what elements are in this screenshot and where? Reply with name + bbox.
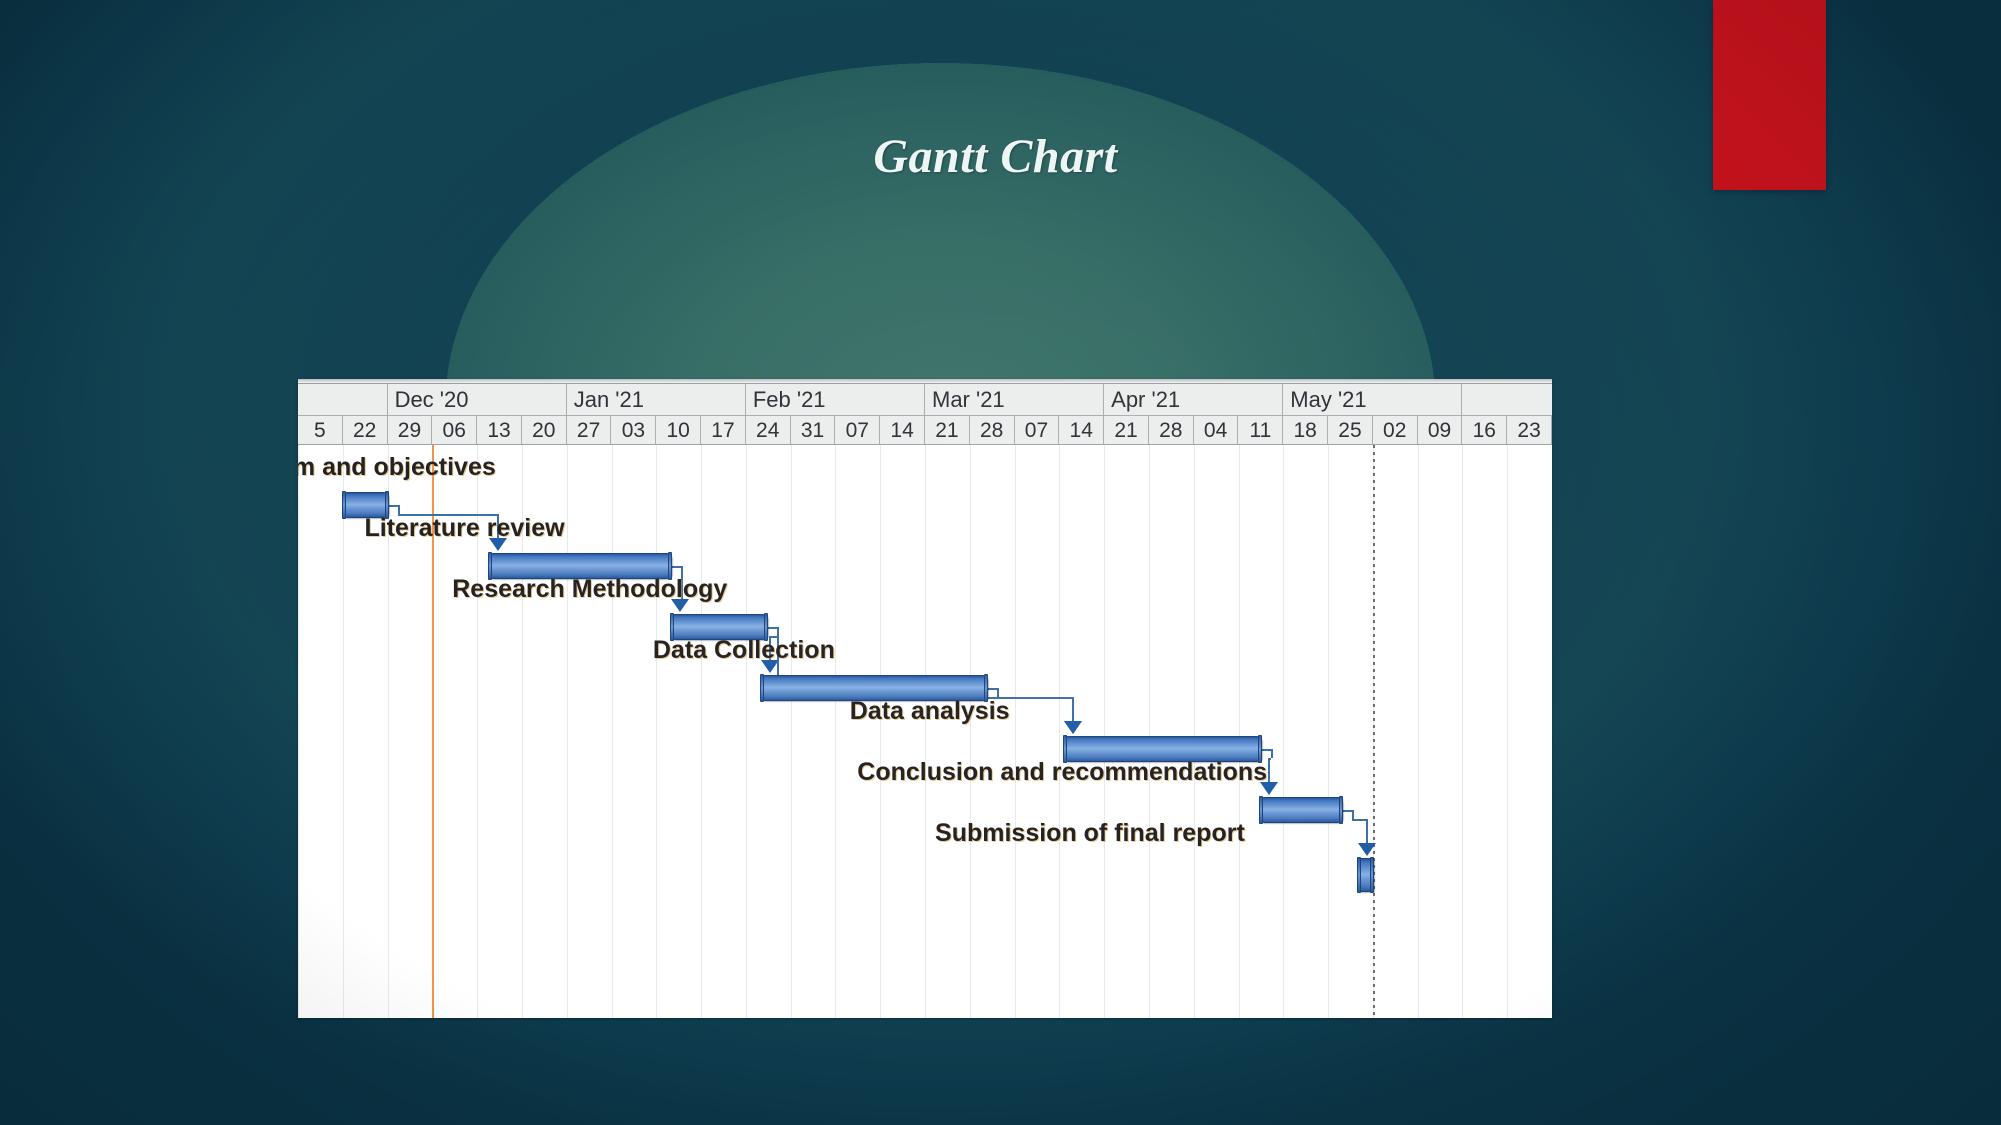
gantt-task-label: Research Methodology	[452, 575, 728, 603]
gantt-task-bar[interactable]	[1258, 796, 1343, 824]
timeline-week-tick: 29	[388, 416, 433, 444]
timeline-week-tick: 27	[567, 416, 612, 444]
timeline-week-tick: 21	[925, 416, 970, 444]
timeline-month-cell: Apr '21	[1104, 384, 1284, 415]
timeline-week-tick: 03	[612, 416, 657, 444]
timeline-week-tick: 06	[432, 416, 478, 444]
gantt-task-label: Aim and objectives	[298, 453, 496, 481]
timeline-week-tick: 20	[522, 416, 567, 444]
gantt-task-label: Conclusion and recommendations	[857, 758, 1268, 786]
slide-canvas: Gantt Chart Dec '20 Jan '21 Feb '21 Mar '21…	[0, 0, 2001, 1125]
timeline-week-tick: 13	[477, 416, 522, 444]
tasks-layer: Aim and objectives Literature review Resea…	[298, 445, 1552, 1018]
timeline-week-tick: 22	[343, 416, 388, 444]
timeline-week-tick: 28	[970, 416, 1015, 444]
gantt-task-bar[interactable]	[1357, 857, 1374, 893]
timeline-month-cell: May '21	[1283, 384, 1463, 415]
timeline-week-tick: 31	[791, 416, 836, 444]
timeline-week-tick: 28	[1149, 416, 1194, 444]
timeline-week-tick: 07	[1015, 416, 1060, 444]
timeline-week-tick: 11	[1239, 416, 1284, 444]
timeline-week-tick: 21	[1104, 416, 1149, 444]
timeline-month-cell: Jan '21	[567, 384, 746, 415]
timeline-week-tick: 17	[701, 416, 746, 444]
timeline-month-header: Dec '20 Jan '21 Feb '21 Mar '21 Apr '21 May '…	[298, 384, 1552, 416]
gantt-task-label: Data Collection	[652, 636, 835, 664]
timeline-week-tick: 14	[880, 416, 925, 444]
timeline-week-header: 5 22 29 06 13 20 27 03 10 17 24 31 07 14 21 28 07 14 21 28 0…	[298, 416, 1552, 445]
timeline-week-tick: 10	[656, 416, 702, 444]
timeline-month-cell: Dec '20	[388, 384, 567, 415]
gantt-chart: Dec '20 Jan '21 Feb '21 Mar '21 Apr '21 May '…	[298, 379, 1552, 1018]
timeline-week-tick: 07	[835, 416, 881, 444]
gantt-task-label: Submission of final report	[935, 819, 1245, 847]
gantt-task-label: Literature review	[364, 514, 565, 542]
timeline-week-tick: 25	[1328, 416, 1373, 444]
timeline-week-tick: 23	[1507, 416, 1552, 444]
timeline-week-tick: 24	[746, 416, 791, 444]
timeline-week-tick: 18	[1283, 416, 1329, 444]
timeline-week-tick: 09	[1418, 416, 1463, 444]
timeline-week-tick: 5	[298, 416, 343, 444]
timeline-month-cell: Feb '21	[746, 384, 925, 415]
timeline-week-tick: 14	[1059, 416, 1105, 444]
timeline-week-tick: 16	[1462, 416, 1508, 444]
timeline-month-cell: Mar '21	[925, 384, 1105, 415]
timeline-month-cell-blank	[298, 384, 388, 415]
page-title: Gantt Chart	[873, 130, 1118, 183]
gantt-task-label: Data analysis	[849, 697, 1010, 725]
timeline-week-tick: 04	[1194, 416, 1239, 444]
timeline-week-tick: 02	[1373, 416, 1418, 444]
